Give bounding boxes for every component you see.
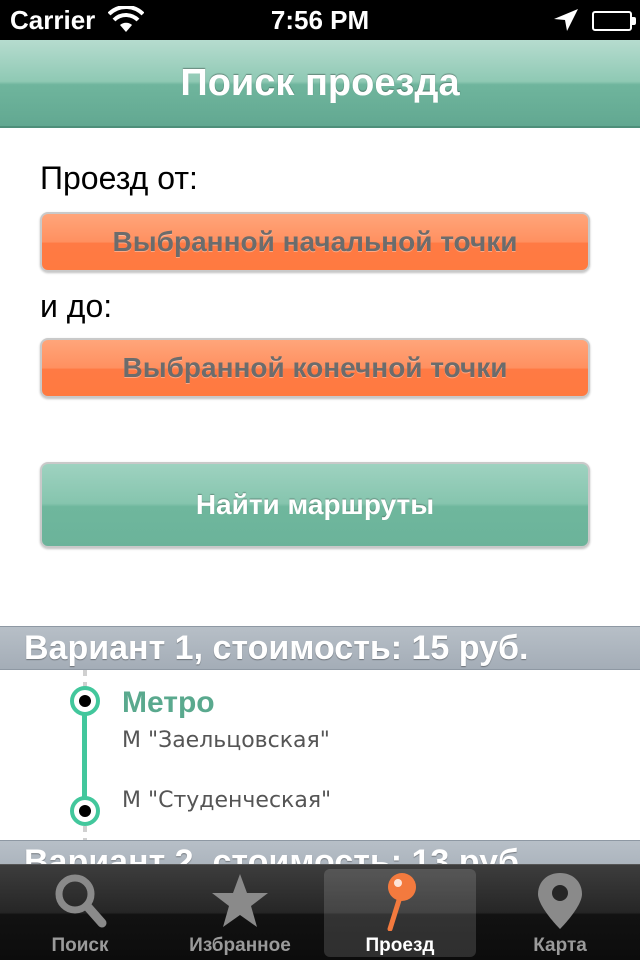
search-icon xyxy=(55,874,107,928)
location-arrow-icon xyxy=(554,9,578,31)
tab-label: Проезд xyxy=(365,935,435,956)
start-stop: М "Заельцовская" xyxy=(122,728,330,753)
map-marker-icon xyxy=(538,873,582,929)
end-stop: М "Студенческая" xyxy=(122,788,332,813)
page-title: Поиск проезда xyxy=(180,62,460,104)
tab-label: Карта xyxy=(533,935,587,956)
route-start-node xyxy=(70,686,100,716)
battery-icon xyxy=(592,11,636,31)
to-point-button[interactable]: Выбранной конечной точки xyxy=(40,338,590,398)
tab-route[interactable]: Проезд xyxy=(320,865,480,960)
tab-label: Поиск xyxy=(51,935,109,956)
to-label: и до: xyxy=(40,288,113,324)
route-end-node xyxy=(70,796,100,826)
pin-icon xyxy=(387,873,416,931)
tab-map[interactable]: Карта xyxy=(480,865,640,960)
status-bar: Carrier 7:56 PM xyxy=(0,0,640,40)
tab-label: Избранное xyxy=(189,935,291,956)
transport-type: Метро xyxy=(122,686,215,719)
from-label: Проезд от: xyxy=(40,160,198,196)
star-icon xyxy=(212,874,268,927)
from-point-button[interactable]: Выбранной начальной точки xyxy=(40,212,590,272)
find-routes-button[interactable]: Найти маршруты xyxy=(40,462,590,548)
variant-header: Вариант 1, стоимость: 15 руб. xyxy=(0,626,640,670)
tab-search[interactable]: Поиск xyxy=(0,865,160,960)
tab-bar: Поиск Избранное Проезд Карта xyxy=(0,864,640,960)
tab-favorites[interactable]: Избранное xyxy=(160,865,320,960)
clock: 7:56 PM xyxy=(270,5,370,35)
navigation-bar: Поиск проезда xyxy=(0,40,640,128)
